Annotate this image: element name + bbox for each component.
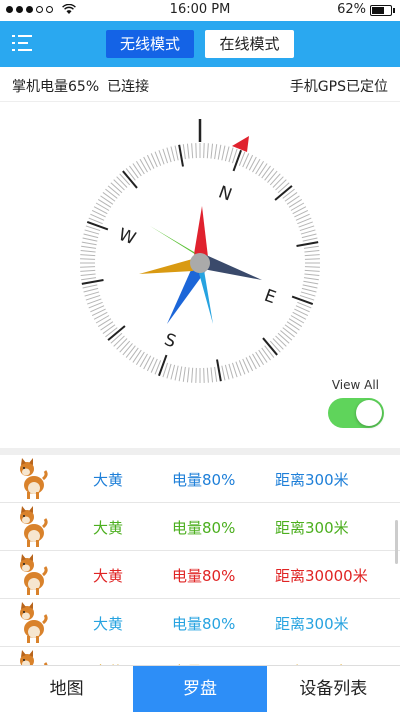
status-bar: 16:00 PM 62% (0, 0, 400, 21)
list-item[interactable]: 大黄电量80%距离300米 (0, 647, 400, 665)
list-item[interactable]: 大黄 电量80% 距离30000米 (0, 551, 400, 599)
dog-name: 大黄 (93, 471, 124, 489)
connection-status-text: 已连接 (107, 79, 150, 95)
dog-distance: 距离300米 (275, 519, 349, 537)
toggle-knob (356, 400, 382, 426)
dog-avatar-icon (20, 650, 48, 665)
dog-battery: 电量80% (172, 519, 236, 537)
view-all-label: View All (331, 378, 379, 392)
dog-distance: 距离30000米 (275, 567, 368, 585)
compass-letter-e: E (262, 286, 279, 308)
dog-name: 大黄 (93, 567, 124, 585)
scrollbar[interactable] (395, 520, 398, 564)
list-item[interactable]: 大黄 电量80% 距离300米 (0, 503, 400, 551)
list-item[interactable]: 大黄 电量80% 距离300米 (0, 455, 400, 503)
menu-icon[interactable] (12, 35, 32, 53)
dog-avatar-icon (20, 554, 48, 595)
compass-letter-s: S (162, 330, 179, 352)
dog-battery: 电量80% (172, 471, 236, 489)
dog-name: 大黄 (93, 519, 124, 537)
view-all-toggle[interactable] (328, 398, 384, 428)
needle-east (200, 255, 262, 280)
dog-avatar-icon (20, 506, 48, 547)
dog-battery: 电量80% (172, 567, 236, 585)
gps-status-text: 手机GPS已定位 (289, 79, 388, 95)
heading-marker-icon (232, 136, 249, 152)
dog-avatar-icon (20, 602, 48, 643)
battery-percent: 62% (337, 2, 366, 17)
compass-rose (139, 206, 262, 324)
dog-avatar-icon (20, 458, 48, 499)
online-mode-button[interactable]: 在线模式 (205, 30, 294, 58)
compass-dial: N E S W (80, 119, 320, 383)
tab-map[interactable]: 地图 (0, 666, 133, 712)
dog-battery: 电量80% (172, 615, 236, 633)
battery-icon (370, 5, 395, 16)
handset-battery-text: 掌机电量65% (12, 79, 100, 95)
dog-list: 大黄 电量80% 距离300米 大黄 电量80% 距离300米 大黄 电量80% 距离30000… (0, 455, 400, 665)
compass-letter-n: N (216, 182, 235, 205)
status-info-bar: 掌机电量65% 已连接 手机GPS已定位 (0, 67, 400, 102)
section-divider (0, 448, 400, 455)
top-app-bar: 无线模式 在线模式 (0, 21, 400, 67)
compass-panel: N E S W View All (0, 102, 400, 448)
compass-center (190, 253, 210, 273)
bottom-tab-bar: 地图 罗盘 设备列表 (0, 665, 400, 712)
dog-distance: 距离300米 (275, 471, 349, 489)
list-item[interactable]: 大黄 电量80% 距离300米 (0, 599, 400, 647)
compass-letter-w: W (116, 225, 139, 250)
dog-name: 大黄 (93, 615, 124, 633)
dog-distance: 距离300米 (275, 615, 349, 633)
offline-mode-button[interactable]: 无线模式 (106, 30, 194, 58)
tab-device-list[interactable]: 设备列表 (267, 666, 400, 712)
tab-compass[interactable]: 罗盘 (133, 666, 267, 712)
